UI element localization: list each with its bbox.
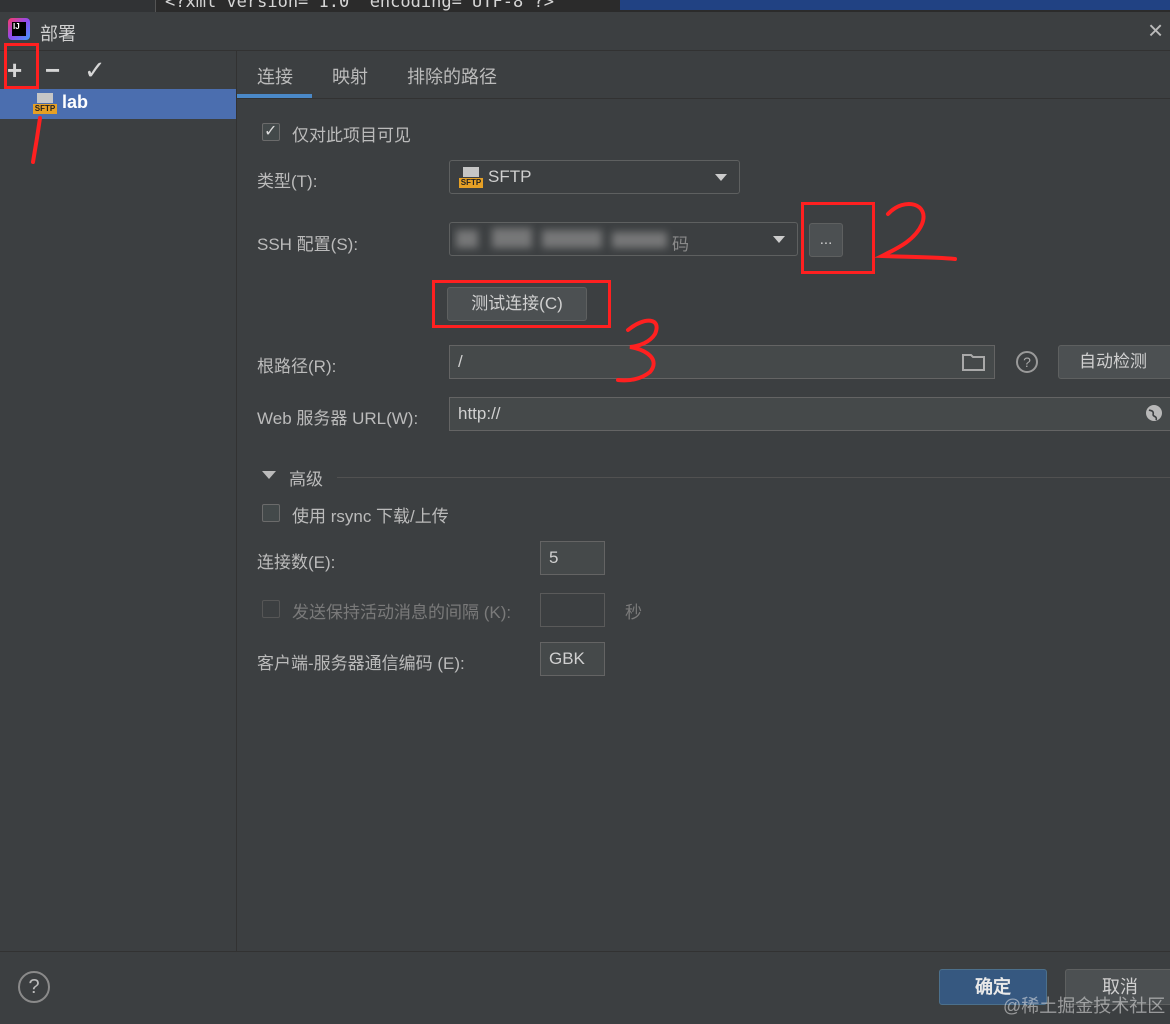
globe-icon[interactable]	[1145, 404, 1163, 422]
watermark-text: @稀土掘金技术社区	[1003, 996, 1166, 1016]
visible-only-checkbox[interactable]	[262, 121, 280, 141]
sftp-type-icon: SFTP	[459, 167, 483, 189]
advanced-section-title[interactable]: 高级	[289, 465, 323, 490]
intellij-app-icon: IJ	[8, 18, 30, 40]
root-path-label: 根路径(R):	[257, 357, 337, 376]
folder-icon[interactable]	[962, 352, 986, 372]
rsync-label: 使用 rsync 下载/上传	[292, 507, 449, 526]
connections-input[interactable]: 5	[540, 541, 605, 575]
editor-selection	[620, 0, 1170, 10]
help-button[interactable]: ?	[18, 971, 50, 1003]
close-icon[interactable]: ×	[1148, 15, 1163, 46]
servers-panel: + − ✓ SFTP lab	[0, 51, 237, 951]
visible-only-label: 仅对此项目可见	[292, 126, 411, 145]
sftp-type-badge: SFTP	[459, 178, 483, 188]
dialog-titlebar: IJ 部署 ×	[0, 12, 1170, 51]
autodetect-button[interactable]: 自动检测	[1058, 345, 1170, 379]
web-url-label: Web 服务器 URL(W):	[257, 409, 419, 428]
dialog-title: 部署	[40, 24, 76, 44]
tab-strip: 连接 映射 排除的路径	[237, 51, 1170, 99]
active-tab-underline	[237, 94, 312, 98]
keepalive-label: 发送保持活动消息的间隔 (K):	[292, 603, 512, 622]
apply-check-icon[interactable]: ✓	[84, 55, 106, 86]
add-server-icon[interactable]: +	[7, 55, 22, 86]
app-icon-text: IJ	[12, 22, 26, 36]
encoding-input[interactable]: GBK	[540, 642, 605, 676]
sftp-server-icon: SFTP	[33, 93, 57, 115]
keepalive-unit: 秒	[625, 603, 642, 622]
redacted-ssh-value	[452, 222, 702, 256]
server-name-label: lab	[62, 92, 89, 112]
type-label: 类型(T):	[257, 172, 318, 191]
encoding-label: 客户端-服务器通信编码 (E):	[257, 654, 465, 673]
help-icon[interactable]: ?	[1016, 351, 1038, 373]
web-url-input[interactable]: http://	[449, 397, 1170, 431]
editor-gutter	[0, 0, 156, 12]
section-divider	[337, 477, 1170, 478]
server-tree-item-lab[interactable]: SFTP lab	[0, 89, 236, 119]
editor-code-line: <?xml version="1.0" encoding="UTF-8"?>	[165, 0, 554, 12]
tab-connection[interactable]: 连接	[257, 63, 293, 89]
type-combo[interactable]: SFTP SFTP	[449, 160, 740, 194]
sftp-badge-text: SFTP	[33, 104, 57, 114]
type-value: SFTP	[488, 167, 532, 186]
remove-server-icon[interactable]: −	[45, 55, 60, 86]
keepalive-input[interactable]	[540, 593, 605, 627]
tab-excluded-paths[interactable]: 排除的路径	[407, 63, 497, 89]
ssh-config-label: SSH 配置(S):	[257, 235, 359, 254]
chevron-down-icon	[773, 236, 785, 243]
chevron-down-icon	[715, 174, 727, 181]
test-connection-button[interactable]: 测试连接(C)	[447, 287, 587, 321]
ssh-config-browse-button[interactable]: ...	[809, 223, 843, 257]
connections-label: 连接数(E):	[257, 553, 336, 572]
tab-mappings[interactable]: 映射	[332, 63, 368, 89]
collapse-triangle-icon[interactable]	[262, 471, 276, 479]
root-path-input[interactable]: /	[449, 345, 995, 379]
keepalive-checkbox[interactable]	[262, 600, 280, 618]
rsync-checkbox[interactable]	[262, 504, 280, 522]
background-editor-strip: <?xml version="1.0" encoding="UTF-8"?>	[0, 0, 1170, 12]
